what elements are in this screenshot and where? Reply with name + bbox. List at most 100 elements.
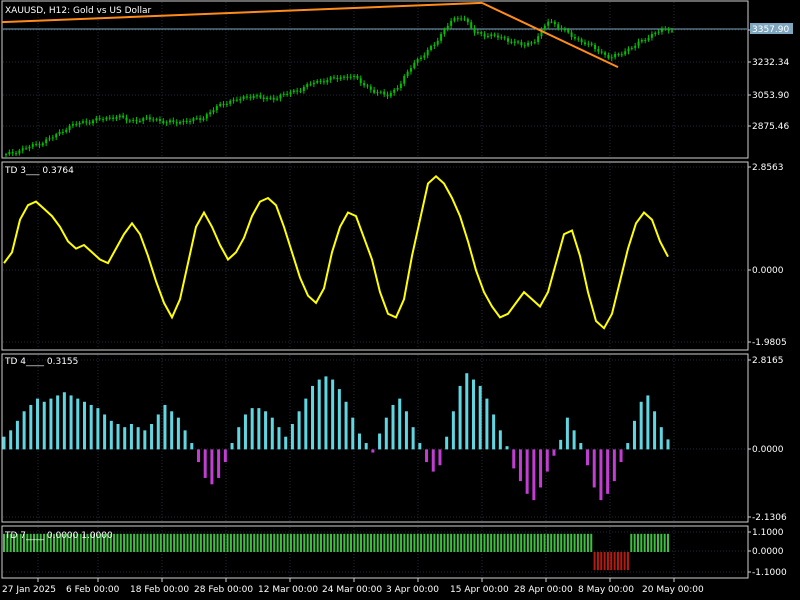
td7-bar (530, 533, 533, 552)
td7-bar (206, 533, 209, 552)
candle-body (95, 118, 98, 121)
candle-body (152, 119, 155, 121)
td4-bar (411, 427, 415, 450)
td7-bar (233, 533, 236, 552)
axis-label: 2.8563 (752, 163, 784, 173)
candle-body (252, 95, 255, 98)
candle-body (356, 75, 359, 79)
candle-body (460, 18, 463, 20)
candle-body (65, 129, 68, 132)
td7-bar (623, 552, 626, 571)
candle-body (85, 121, 88, 123)
candle-body (98, 118, 101, 120)
td4-bar (619, 449, 623, 463)
td4-bar (197, 449, 201, 463)
td7-bar (123, 533, 126, 552)
candle-body (359, 78, 362, 84)
td7-bar (606, 552, 609, 571)
candle-body (202, 118, 205, 120)
candle-body (386, 94, 389, 97)
td4-bar (552, 449, 556, 456)
td7-bar (540, 533, 543, 552)
td7-bar (660, 533, 663, 552)
candle-body (326, 80, 329, 83)
td7-bar (239, 533, 242, 552)
candle-body (383, 91, 386, 95)
td7-bar (570, 533, 573, 552)
td4-bar (572, 430, 576, 450)
td7-bar (483, 533, 486, 552)
td7-bar (229, 533, 232, 552)
td4-bar (378, 433, 382, 450)
td7-bar (370, 533, 373, 552)
axis-label: 2875.46 (752, 122, 789, 132)
td4-bar (471, 379, 475, 450)
candle-body (580, 39, 583, 43)
td4-bar (666, 439, 670, 450)
td7-bar (486, 533, 489, 552)
candle-body (182, 121, 185, 123)
candle-body (597, 49, 600, 52)
candle-body (299, 90, 302, 92)
td7-bar (363, 533, 366, 552)
td4-bar (250, 408, 254, 450)
td4-pane[interactable]: TD 4____ 0.3155 (2, 357, 670, 501)
td7-bar (246, 533, 249, 552)
candle-body (138, 121, 141, 123)
td4-bar (398, 398, 402, 450)
td4-bar (143, 430, 147, 450)
td4-bar (632, 420, 636, 450)
candle-body (48, 138, 51, 140)
td4-bar (518, 449, 522, 482)
td4-bar (304, 398, 308, 450)
td4-bar (559, 439, 563, 450)
candle-body (630, 47, 633, 49)
td3-pane[interactable]: TD 3___ 0.3764 (3, 166, 669, 330)
td4-bar (284, 436, 288, 450)
td7-bar (503, 533, 506, 552)
chart-canvas[interactable]: XAUUSD, H12: Gold vs US Dollar TD 3___ 0… (0, 0, 800, 600)
td7-bar (183, 533, 186, 552)
td3-line (3, 174, 669, 330)
td7-bar (169, 533, 172, 552)
candle-body (640, 40, 643, 42)
candle-body (624, 51, 627, 55)
td7-bar (219, 533, 222, 552)
td7-bar (390, 533, 393, 552)
td4-bar (498, 430, 502, 450)
td7-bar (129, 533, 132, 552)
candle-body (373, 89, 376, 93)
td7-bar (496, 533, 499, 552)
time-axis[interactable]: 27 Jan 2025 6 Feb 00:00 18 Feb 00:00 28 Feb… (2, 578, 704, 595)
candle-body (179, 121, 182, 124)
td4-bar (545, 449, 549, 472)
td4-bar (357, 433, 361, 450)
candle-body (443, 29, 446, 35)
td7-bar (446, 533, 449, 552)
td4-bar (230, 443, 234, 450)
pane-frames (1, 0, 749, 579)
td4-bar (344, 401, 348, 450)
td4-bar (76, 398, 80, 450)
candle-body (68, 125, 71, 130)
td7-bar (460, 533, 463, 552)
td7-bar (463, 533, 466, 552)
candle-body (456, 18, 459, 20)
td7-bar (520, 533, 523, 552)
td4-bar (626, 443, 630, 450)
trendline-2[interactable] (481, 1, 619, 69)
candle-body (409, 68, 412, 72)
price-axis[interactable]: 3410.783232.343053.902875.462.85630.0000… (748, 23, 793, 578)
td4-bar (290, 423, 294, 450)
td7-bar (386, 533, 389, 552)
candle-body (604, 52, 607, 55)
td3-label: TD 3___ 0.3764 (4, 166, 74, 176)
current-price-text: 3357.90 (752, 25, 789, 35)
td7-bar (630, 533, 633, 552)
td7-bar (146, 533, 149, 552)
td4-bar (62, 392, 66, 450)
td4-bar (36, 398, 40, 450)
price-pane[interactable]: XAUUSD, H12: Gold vs US Dollar (1, 1, 747, 158)
pane-frame-1 (1, 0, 749, 159)
td4-bar (451, 411, 455, 450)
